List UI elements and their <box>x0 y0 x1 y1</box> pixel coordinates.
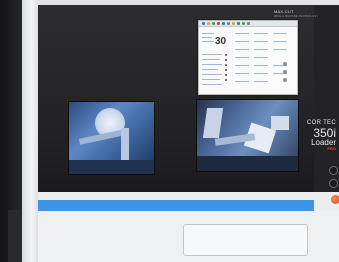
machine-bed <box>197 156 298 171</box>
model-badge: COR TEC 350i Loader PRO <box>307 120 336 151</box>
right-viewing-window <box>196 99 299 172</box>
hmi-round-button[interactable] <box>283 62 287 66</box>
hmi-big-counter: 30 <box>215 36 227 47</box>
hmi-round-button[interactable] <box>283 70 287 74</box>
cutting-head <box>202 108 224 138</box>
selector-knob[interactable] <box>329 166 338 175</box>
cabinet-door-handle[interactable] <box>183 224 308 256</box>
tool-holder <box>271 116 289 130</box>
machine-left-post <box>22 0 38 262</box>
right-side-panel <box>314 5 339 192</box>
emergency-stop-button[interactable] <box>331 195 339 204</box>
brand-logo: MAX-CUT WIRE & MACHINE TECHNOLOGY <box>274 9 318 18</box>
machine-base <box>69 160 154 174</box>
left-viewing-window <box>68 101 155 175</box>
selector-knob[interactable] <box>329 179 338 188</box>
hmi-round-button[interactable] <box>283 78 287 82</box>
brand-name: MAX-CUT <box>274 9 294 14</box>
model-edition: PRO <box>327 146 336 151</box>
hmi-touchscreen[interactable]: 30 <box>198 20 298 95</box>
hmi-toolbar <box>199 21 297 27</box>
brand-tagline: WIRE & MACHINE TECHNOLOGY <box>274 15 319 18</box>
machine-photo: MAX-CUT WIRE & MACHINE TECHNOLOGY 30 COR… <box>0 0 339 262</box>
accent-stripe <box>38 200 314 211</box>
background-shadow <box>8 210 22 262</box>
